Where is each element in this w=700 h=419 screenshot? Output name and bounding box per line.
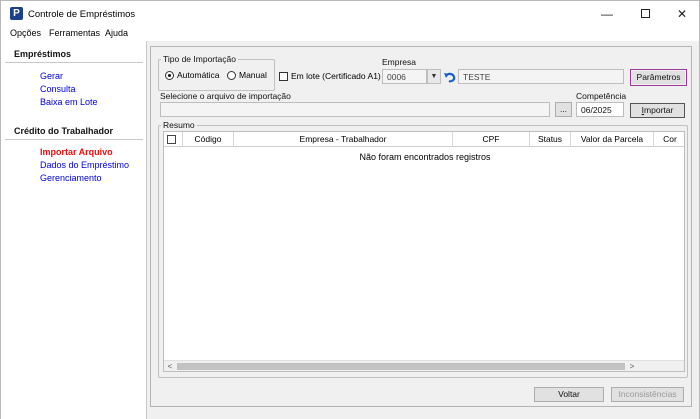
importar-button[interactable]: Importar xyxy=(630,103,685,118)
chevron-down-icon: ▼ xyxy=(430,73,438,80)
sidebar-divider xyxy=(5,139,143,140)
sidebar-heading-emprestimos: Empréstimos xyxy=(14,49,72,59)
checkbox-icon xyxy=(279,71,288,81)
menu-ferramentas[interactable]: Ferramentas xyxy=(49,28,100,38)
sidebar-item-gerenciamento[interactable]: Gerenciamento xyxy=(40,173,102,183)
summary-legend: Resumo xyxy=(163,120,195,130)
sidebar-item-gerar[interactable]: Gerar xyxy=(40,71,63,81)
column-header-codigo[interactable]: Código xyxy=(183,132,234,147)
column-header-cpf[interactable]: CPF xyxy=(453,132,530,147)
file-path-field[interactable] xyxy=(160,102,550,117)
empty-message: Não foram encontrados registros xyxy=(359,152,491,162)
competencia-label: Competência xyxy=(576,91,627,101)
scrollbar-thumb[interactable] xyxy=(177,363,625,370)
grid-header: Código Empresa - Trabalhador CPF Status … xyxy=(164,132,684,147)
column-header-empresa-trabalhador[interactable]: Empresa - Trabalhador xyxy=(234,132,453,147)
column-header-status[interactable]: Status xyxy=(530,132,571,147)
sidebar-heading-credito: Crédito do Trabalhador xyxy=(14,126,114,136)
sidebar-item-consulta[interactable]: Consulta xyxy=(40,84,76,94)
batch-label: Em lote (Certificado A1) xyxy=(291,71,381,81)
radio-automatica[interactable]: Automática xyxy=(165,70,220,80)
close-button[interactable]: ✕ xyxy=(669,5,695,23)
import-panel: Tipo de Importação Automática Manual Em … xyxy=(150,46,692,407)
company-name-field: TESTE xyxy=(458,69,624,84)
horizontal-scrollbar[interactable]: < > xyxy=(164,360,684,371)
import-type-legend: Tipo de Importação xyxy=(163,54,236,64)
maximize-button[interactable] xyxy=(632,5,658,23)
radio-manual[interactable]: Manual xyxy=(227,70,267,80)
title-bar: P Controle de Empréstimos — ✕ xyxy=(1,1,699,27)
column-header-valor-parcela[interactable]: Valor da Parcela xyxy=(571,132,654,147)
sidebar-item-baixa-em-lote[interactable]: Baixa em Lote xyxy=(40,97,98,107)
column-header-cor[interactable]: Cor xyxy=(654,132,684,147)
app-logo-icon: P xyxy=(10,7,23,20)
company-label: Empresa xyxy=(382,57,417,67)
competencia-field[interactable]: 06/2025 xyxy=(576,102,624,117)
inconsistencias-button[interactable]: Inconsistências xyxy=(611,387,684,402)
radio-selected-icon xyxy=(165,70,174,80)
select-all-cell[interactable] xyxy=(164,132,183,147)
importar-label: mportar xyxy=(644,105,674,115)
sidebar-item-importar-arquivo[interactable]: Importar Arquivo xyxy=(40,147,113,157)
sidebar: Empréstimos Gerar Consulta Baixa em Lote… xyxy=(1,41,147,419)
summary-grid: Código Empresa - Trabalhador CPF Status … xyxy=(163,131,685,372)
radio-automatica-label: Automática xyxy=(177,70,220,80)
radio-manual-label: Manual xyxy=(239,70,267,80)
company-dropdown-button[interactable]: ▼ xyxy=(427,69,441,84)
select-all-checkbox[interactable] xyxy=(167,135,176,144)
radio-unselected-icon xyxy=(227,70,236,80)
menu-opcoes[interactable]: Opções xyxy=(10,28,41,38)
file-select-label: Selecione o arquivo de importação xyxy=(160,91,291,101)
browse-button[interactable]: ... xyxy=(555,102,572,117)
window-title: Controle de Empréstimos xyxy=(28,9,136,20)
batch-checkbox[interactable]: Em lote (Certificado A1) xyxy=(279,71,381,81)
undo-arrow-icon[interactable] xyxy=(443,70,457,84)
sidebar-divider xyxy=(5,62,143,63)
sidebar-item-dados-emprestimo[interactable]: Dados do Empréstimo xyxy=(40,160,129,170)
scroll-right-icon[interactable]: > xyxy=(626,361,638,371)
menu-ajuda[interactable]: Ajuda xyxy=(105,28,128,38)
minimize-button[interactable]: — xyxy=(594,5,620,23)
company-code-field[interactable]: 0006 xyxy=(382,69,427,84)
main-content: Tipo de Importação Automática Manual Em … xyxy=(147,41,699,419)
menu-bar: Opções Ferramentas Ajuda xyxy=(1,27,699,41)
parametros-button[interactable]: Parâmetros xyxy=(630,69,687,86)
voltar-button[interactable]: Voltar xyxy=(534,387,604,402)
app-window: P Controle de Empréstimos — ✕ Opções Fer… xyxy=(0,0,700,419)
maximize-icon xyxy=(640,9,650,19)
scroll-left-icon[interactable]: < xyxy=(164,361,176,371)
